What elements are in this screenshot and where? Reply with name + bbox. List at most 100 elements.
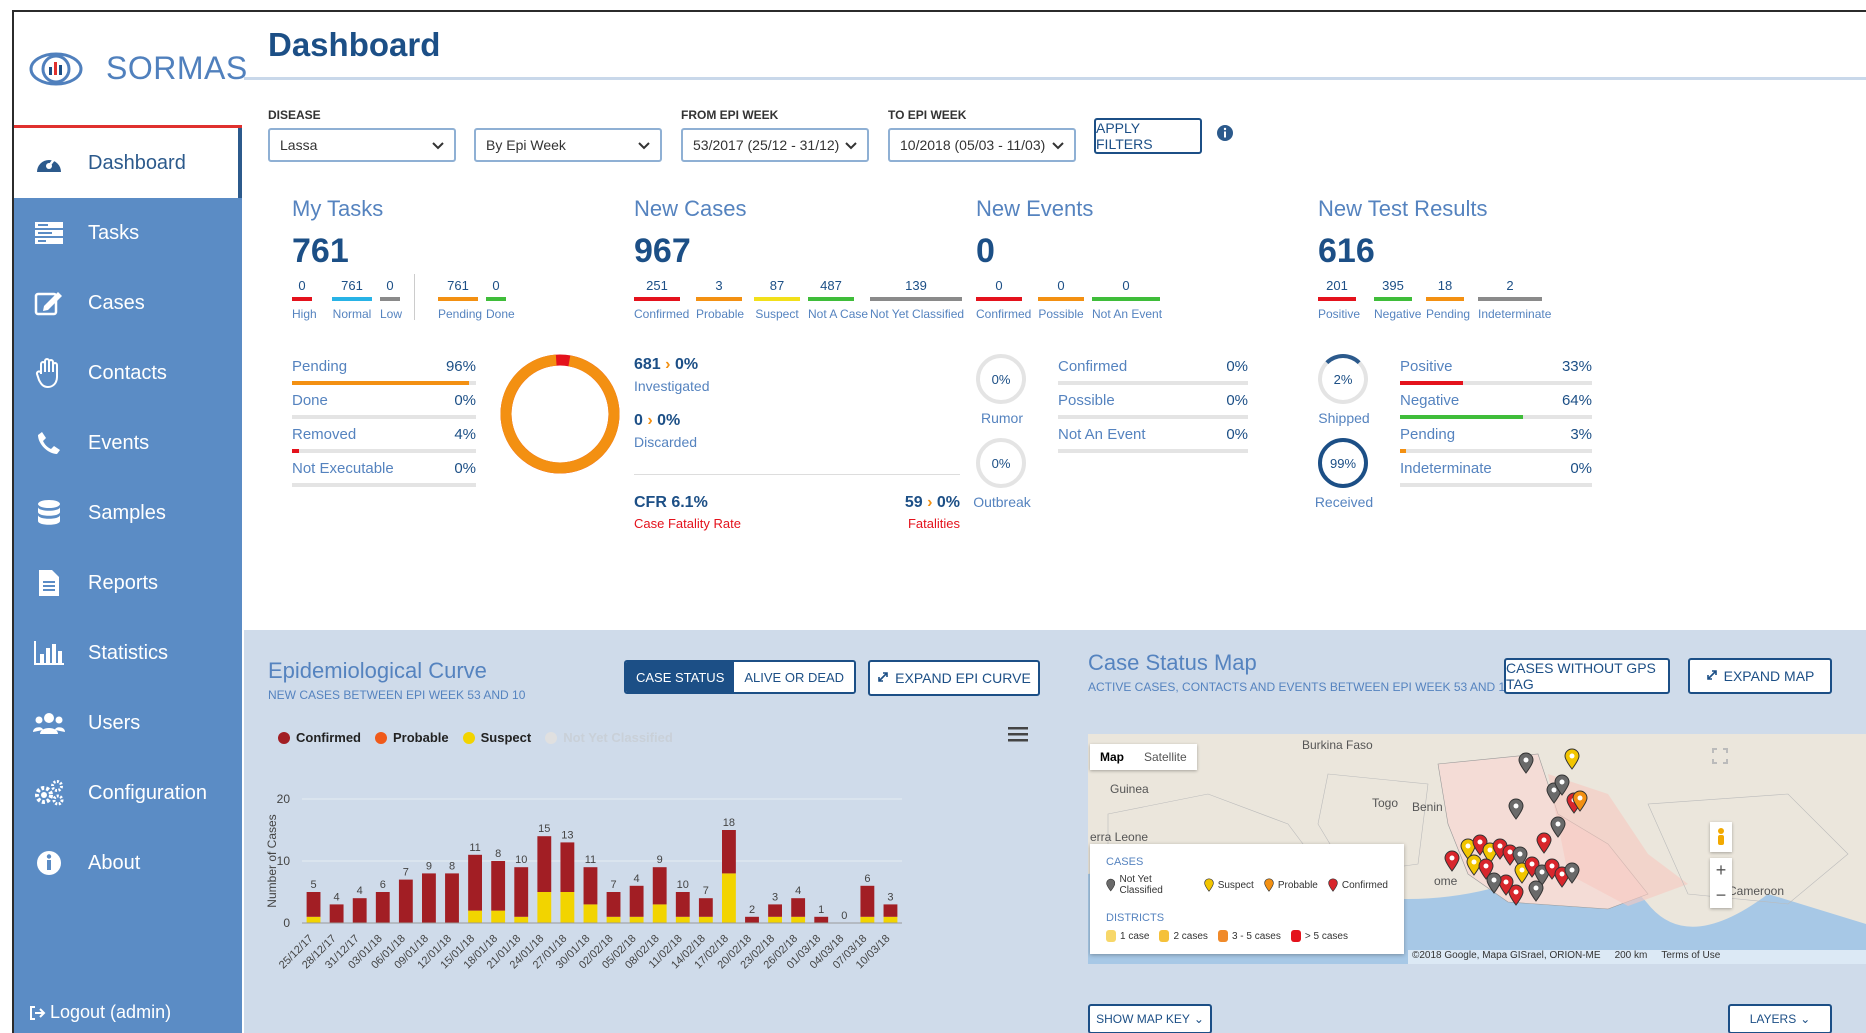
nav-item-samples[interactable]: Samples: [14, 478, 242, 548]
cases-without-gps-button[interactable]: CASES WITHOUT GPS TAG: [1504, 658, 1670, 694]
terms-link[interactable]: Terms of Use: [1661, 950, 1720, 964]
tasks-total: 761: [292, 232, 349, 270]
nav-item-events[interactable]: Events: [14, 408, 242, 478]
case-status-toggle[interactable]: CASE STATUS: [626, 662, 735, 692]
zoom-out-icon[interactable]: −: [1710, 883, 1732, 908]
expand-map-label: EXPAND MAP: [1723, 668, 1815, 684]
map-pin-icon[interactable]: [1528, 880, 1544, 907]
legend-item-not-yet-classified[interactable]: Not Yet Classified: [545, 730, 673, 745]
map-key-district-item: 1 case: [1106, 930, 1149, 942]
info-icon[interactable]: [1216, 124, 1234, 147]
tasks-stat-normal: 761 Normal: [332, 278, 372, 321]
case-status-map[interactable]: Map Satellite Burkina Faso Guinea Benin Tog…: [1088, 734, 1866, 964]
bar-confirmed: [306, 892, 321, 917]
cases-stat-probable: 3 Probable: [696, 278, 744, 321]
nav-item-contacts[interactable]: Contacts: [14, 338, 242, 408]
nav-item-configuration[interactable]: Configuration: [14, 758, 242, 828]
events-stat-confirmed: 0 Confirmed: [976, 278, 1031, 321]
gears-icon: [30, 776, 68, 810]
stat-label: Pending: [438, 307, 483, 321]
disease-select[interactable]: Lassa: [268, 128, 456, 162]
apply-filters-button[interactable]: APPLY FILTERS: [1094, 118, 1202, 154]
map-tab[interactable]: Map: [1090, 744, 1134, 770]
app-logo[interactable]: SORMAS: [14, 12, 247, 128]
stat-value: 2: [1506, 278, 1514, 293]
nav-item-about[interactable]: About: [14, 828, 242, 898]
map-pin-icon[interactable]: [1518, 752, 1534, 779]
nav-item-dashboard[interactable]: Dashboard: [14, 128, 242, 198]
y-axis-label: Number of Cases: [265, 814, 279, 907]
layers-button[interactable]: LAYERS ⌄: [1728, 1004, 1832, 1033]
stat-value: 487: [820, 278, 842, 293]
stat-label: Low: [380, 307, 403, 321]
map-pin-icon[interactable]: [1486, 872, 1502, 899]
tests-block: New Test Results 616 201 Positive 395 Negativ…: [1315, 182, 1658, 630]
grouping-value: By Epi Week: [486, 137, 566, 153]
progress-label: Confirmed: [1058, 358, 1128, 375]
expand-epi-curve-button[interactable]: EXPAND EPI CURVE: [868, 660, 1040, 696]
bar-total-label: 5: [310, 879, 316, 891]
database-icon: [30, 496, 68, 530]
map-key-district-label: > 5 cases: [1304, 930, 1348, 942]
satellite-tab[interactable]: Satellite: [1134, 744, 1197, 770]
bar-suspect: [768, 916, 782, 923]
from-week-select[interactable]: 53/2017 (25/12 - 31/12): [681, 128, 869, 162]
chevron-down-icon: ⌄: [1193, 1012, 1204, 1026]
app-root: SORMAS Dashboard Tasks Cases Contacts Events…: [0, 0, 1866, 1033]
map-pin-icon[interactable]: [1564, 862, 1580, 889]
fatalities-label: Fatalities: [907, 516, 960, 531]
menu-icon[interactable]: [1008, 726, 1028, 747]
bar-suspect: [560, 892, 575, 923]
bar-total-label: 4: [334, 891, 340, 903]
grouping-select[interactable]: By Epi Week: [474, 128, 662, 162]
cases-title: New Cases: [634, 196, 747, 221]
map-pin-icon[interactable]: [1564, 748, 1580, 775]
disease-value: Lassa: [280, 137, 318, 153]
legend-item-confirmed[interactable]: Confirmed: [278, 730, 361, 745]
legend-item-probable[interactable]: Probable: [375, 730, 449, 745]
nav-item-reports[interactable]: Reports: [14, 548, 242, 618]
street-view-icon[interactable]: [1710, 822, 1732, 852]
stat-value: 0: [995, 278, 1003, 293]
stat-label: Normal: [332, 307, 372, 321]
nav-item-users[interactable]: Users: [14, 688, 242, 758]
zoom-in-icon[interactable]: +: [1710, 858, 1732, 883]
nav-item-statistics[interactable]: Statistics: [14, 618, 242, 688]
alive-or-dead-toggle[interactable]: ALIVE OR DEAD: [734, 662, 855, 692]
map-pin-icon[interactable]: [1444, 850, 1460, 877]
legend-item-suspect[interactable]: Suspect: [462, 730, 531, 745]
map-key-district-item: 2 cases: [1159, 930, 1208, 942]
title-bar: Dashboard: [244, 12, 1866, 80]
from-week-label: FROM EPI WEEK: [681, 108, 779, 122]
map-key-case-label: Confirmed: [1341, 879, 1388, 891]
nav-item-tasks[interactable]: Tasks: [14, 198, 242, 268]
map-place-label: Guinea: [1110, 782, 1149, 796]
stats-area: My Tasks 761 0 High 761 Normal 0 Low 761 Pending 0…: [244, 182, 1866, 630]
logout-link[interactable]: Logout (admin): [28, 1002, 171, 1023]
map-pin-icon[interactable]: [1572, 790, 1588, 817]
sidebar: SORMAS Dashboard Tasks Cases Contacts Events…: [14, 12, 247, 1033]
grouping-filter: By Epi Week: [474, 108, 662, 162]
progress-fill: [1400, 449, 1406, 453]
discarded-percent: 0%: [657, 412, 681, 429]
fullscreen-icon[interactable]: [1712, 748, 1728, 769]
bar-confirmed: [606, 892, 621, 917]
map-pin-icon[interactable]: [1550, 816, 1566, 843]
bar-suspect: [537, 892, 552, 923]
bar-suspect: [514, 916, 529, 923]
bar-confirmed: [791, 898, 806, 917]
map-pin-icon[interactable]: [1536, 832, 1552, 859]
show-map-key-button[interactable]: SHOW MAP KEY ⌄: [1088, 1004, 1212, 1033]
to-week-select[interactable]: 10/2018 (05/03 - 11/03): [888, 128, 1076, 162]
nav-item-cases[interactable]: Cases: [14, 268, 242, 338]
progress-percent: 0%: [1570, 460, 1592, 477]
bar-suspect: [629, 916, 644, 923]
expand-map-button[interactable]: EXPAND MAP: [1688, 658, 1832, 694]
layers-label: LAYERS: [1749, 1012, 1797, 1026]
fatalities-stat: 59 › 0%: [905, 494, 960, 512]
map-pin-icon[interactable]: [1508, 798, 1524, 825]
bar-total-label: 3: [887, 891, 893, 903]
stat-value: 0: [1122, 278, 1130, 293]
progress-track: [1058, 381, 1248, 385]
map-key-case-label: Suspect: [1217, 879, 1254, 891]
